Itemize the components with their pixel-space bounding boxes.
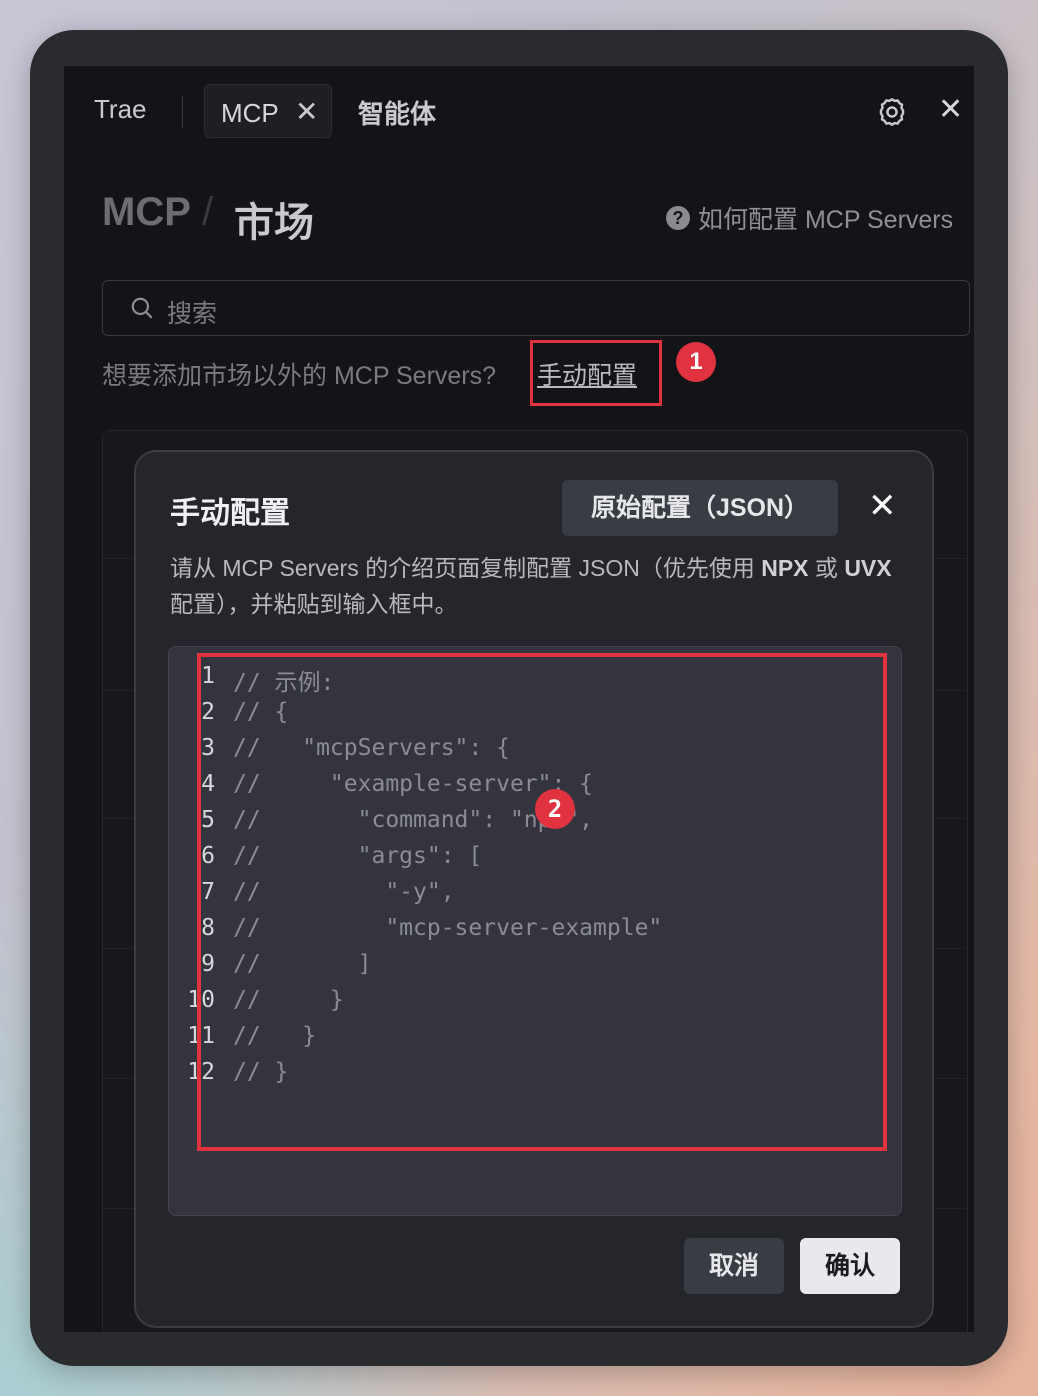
tab-mcp-label: MCP [221, 98, 279, 128]
close-icon[interactable]: ✕ [938, 92, 963, 127]
search-icon [131, 297, 153, 319]
tab-agent[interactable]: 智能体 [358, 94, 436, 131]
breadcrumb-mcp[interactable]: MCP [102, 190, 191, 235]
search-placeholder: 搜索 [167, 300, 218, 328]
search-input[interactable]: 搜索 [102, 280, 970, 336]
app-panel: Trae MCP ✕ 智能体 ✕ MCP / 市场 ? 如何配置 MCP Serv… [64, 66, 974, 1332]
desc-npx: NPX [761, 555, 809, 581]
tab-divider [182, 96, 183, 128]
manual-config-hint: 想要添加市场以外的 MCP Servers? [102, 362, 497, 390]
annotation-highlight-2 [197, 653, 887, 1151]
dialog-description: 请从 MCP Servers 的介绍页面复制配置 JSON（优先使用 NPX 或… [170, 550, 900, 622]
cancel-button[interactable]: 取消 [684, 1238, 784, 1294]
breadcrumb-separator: / [202, 190, 214, 234]
gear-icon[interactable] [876, 96, 908, 128]
desc-text: 或 [808, 555, 845, 581]
tab-close-icon[interactable]: ✕ [295, 95, 318, 128]
confirm-button[interactable]: 确认 [800, 1238, 900, 1294]
tab-trae[interactable]: Trae [94, 94, 147, 125]
help-icon: ? [666, 206, 690, 230]
annotation-badge-2: 2 [535, 789, 575, 829]
raw-config-button[interactable]: 原始配置（JSON） [562, 480, 838, 536]
dialog-title: 手动配置 [170, 497, 290, 530]
tab-mcp[interactable]: MCP ✕ [204, 84, 332, 138]
page-title: 市场 [234, 201, 314, 245]
manual-config-dialog: 手动配置 原始配置（JSON） ✕ 请从 MCP Servers 的介绍页面复制… [134, 450, 934, 1328]
desc-uvx: UVX [844, 555, 892, 581]
help-link[interactable]: ? 如何配置 MCP Servers [666, 200, 954, 234]
desc-text: 配置），并粘贴到输入框中。 [170, 591, 458, 617]
annotation-highlight-1 [530, 340, 662, 406]
help-link-label: 如何配置 MCP Servers [698, 206, 954, 234]
json-config-editor[interactable]: 1// 示例: 2// { 3// "mcpServers": { 4// "e… [168, 646, 902, 1216]
annotation-badge-1: 1 [676, 342, 716, 382]
desc-text: 请从 MCP Servers 的介绍页面复制配置 JSON（优先使用 [170, 555, 762, 581]
dialog-close-icon[interactable]: ✕ [868, 486, 897, 526]
